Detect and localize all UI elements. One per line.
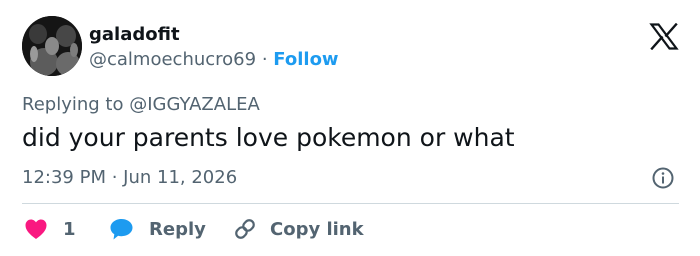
like-button[interactable]: 1: [24, 216, 76, 242]
handle-line: @calmoechucro69 · Follow: [89, 49, 339, 71]
like-count: 1: [63, 218, 76, 240]
reply-label: Reply: [149, 218, 206, 240]
separator-dot: ·: [261, 49, 268, 70]
heart-icon: [24, 218, 48, 240]
copy-link-button[interactable]: Copy link: [232, 216, 364, 242]
copy-link-label: Copy link: [270, 218, 364, 240]
timestamp[interactable]: 12:39 PM · Jun 11, 2026: [22, 167, 237, 189]
link-icon: [232, 216, 258, 242]
tweet-text: did your parents love pokemon or what: [22, 123, 515, 152]
speech-bubble-icon: [109, 217, 134, 241]
avatar[interactable]: [22, 16, 82, 76]
divider: [22, 203, 679, 204]
avatar-photo: [22, 16, 82, 76]
follow-button[interactable]: Follow: [273, 49, 338, 70]
info-icon[interactable]: [651, 166, 675, 190]
tweet-card: galadofit @calmoechucro69 · Follow Reply…: [0, 0, 700, 256]
x-logo-icon[interactable]: [649, 22, 679, 51]
display-name[interactable]: galadofit: [89, 24, 180, 46]
reply-button[interactable]: Reply: [109, 216, 206, 242]
handle[interactable]: @calmoechucro69: [89, 49, 256, 70]
reply-context[interactable]: Replying to @IGGYAZALEA: [22, 94, 260, 116]
